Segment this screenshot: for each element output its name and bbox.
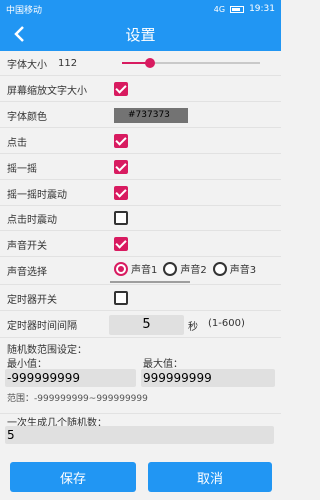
radio-underline [110,281,190,283]
timer-interval-label: 定时器时间间隔 [7,321,77,332]
back-arrow-icon[interactable] [10,24,30,44]
generate-section: 一次生成几个随机数： 5 [0,414,281,454]
shake-vibrate-row: 摇一摇时震动 [0,181,281,206]
screen-zoom-row: 屏幕缩放文字大小 [0,77,281,102]
timer-interval-input[interactable]: 5 [109,315,184,335]
random-range-section: 随机数范围设定： 最小值： 最大值： -999999999 999999999 … [0,338,281,414]
sound-option-1[interactable]: 声音1 [114,261,157,276]
page-title: 设置 [125,26,156,44]
shake-vibrate-checkbox[interactable] [114,186,128,200]
font-size-row: 字体大小 112 [0,51,281,76]
click-row: 点击 [0,129,281,154]
timer-switch-label: 定时器开关 [7,294,57,306]
radio-selected-icon [114,261,128,276]
font-size-label: 字体大小 [7,59,47,71]
carrier-text: 中国移动 [6,5,43,16]
battery-icon [230,5,245,13]
cancel-button[interactable]: 取消 [148,462,272,492]
clock: 19:31 [249,4,275,14]
timer-range: (1-600) [208,318,245,329]
generate-count-input[interactable]: 5 [5,426,274,444]
sound-select-label: 声音选择 [7,267,47,278]
min-value-input[interactable]: -999999999 [5,369,136,387]
sound-option-2[interactable]: 声音2 [163,261,207,276]
shake-checkbox[interactable] [114,160,128,174]
font-color-swatch[interactable]: #737373 [114,108,188,123]
radio-empty-icon [163,261,178,276]
click-vibrate-label: 点击时震动 [7,214,57,226]
timer-interval-row: 定时器时间间隔 5 秒 (1-600) [0,312,281,338]
click-label: 点击 [7,137,27,149]
status-icons: 4G 19:31 [214,4,275,14]
app-bar: 设置 [0,18,281,51]
shake-vibrate-label: 摇一摇时震动 [7,189,67,201]
click-vibrate-checkbox[interactable] [114,211,128,225]
click-vibrate-row: 点击时震动 [0,206,281,231]
shake-row: 摇一摇 [0,155,281,180]
timer-switch-checkbox[interactable] [114,291,128,305]
sound-option-3-label: 声音3 [229,265,257,276]
sound-option-1-label: 声音1 [131,265,158,276]
sound-select-row: 声音选择 声音1 声音2 声音3 [0,257,281,285]
status-bar: 中国移动 4G 19:31 [0,0,281,18]
min-label: 最小值： [7,359,47,370]
sound-switch-checkbox[interactable] [114,237,128,251]
screen-zoom-checkbox[interactable] [114,82,128,96]
sound-switch-row: 声音开关 [0,232,281,257]
shake-label: 摇一摇 [7,163,37,175]
signal-icon: 4G [213,4,226,14]
range-hint: 范围：-999999999~999999999 [7,394,148,404]
screen-zoom-label: 屏幕缩放文字大小 [7,85,87,97]
max-value-input[interactable]: 999999999 [141,369,275,387]
font-size-value: 112 [58,57,78,69]
font-color-row: 字体颜色 #737373 [0,103,281,128]
save-button[interactable]: 保存 [10,462,136,492]
sound-radio-group: 声音1 声音2 声音3 [114,261,262,276]
sound-option-2-label: 声音2 [180,265,207,276]
radio-empty-icon [212,261,227,276]
sound-switch-label: 声音开关 [7,240,47,252]
random-range-title: 随机数范围设定： [7,345,87,356]
font-size-slider[interactable] [122,58,260,68]
slider-thumb[interactable] [144,58,155,68]
click-checkbox[interactable] [114,134,128,148]
max-label: 最大值： [143,359,183,370]
sound-option-3[interactable]: 声音3 [212,261,257,276]
timer-switch-row: 定时器开关 [0,286,281,311]
timer-unit: 秒 [188,322,198,333]
font-color-label: 字体颜色 [7,111,47,123]
